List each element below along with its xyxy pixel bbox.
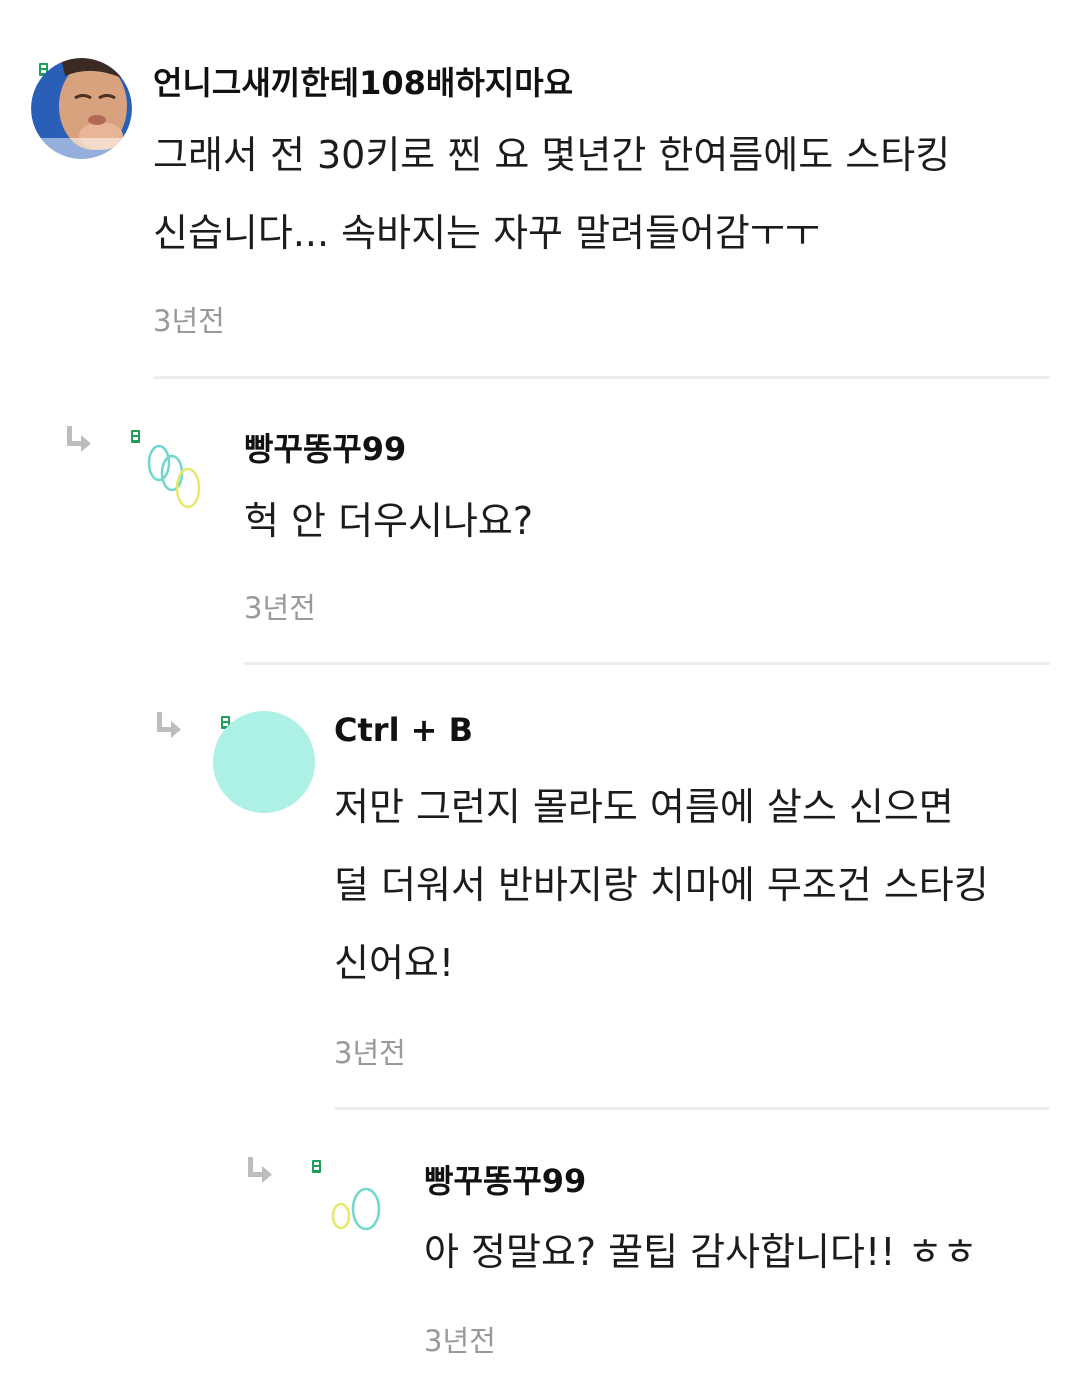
- comment-author[interactable]: Ctrl + B: [334, 711, 473, 749]
- level-badge-icon: [131, 430, 140, 443]
- comment-author[interactable]: 언니그새끼한테108배하지마요: [153, 58, 573, 104]
- comment-timestamp: 3년전: [424, 1324, 496, 1358]
- comment-text-line: 신습니다... 속바지는 자꾸 말려들어감ㅜㅜ: [153, 211, 820, 255]
- comment-text-line: 헉 안 더우시나요?: [244, 499, 534, 543]
- avatar[interactable]: [142, 435, 212, 515]
- comment-timestamp: 3년전: [244, 591, 316, 625]
- reply-arrow-icon: [67, 426, 91, 452]
- reply-arrow-icon: [248, 1157, 272, 1183]
- comment-timestamp: 3년전: [334, 1036, 406, 1070]
- comment-divider: [334, 1107, 1050, 1110]
- level-badge-icon: [312, 1160, 321, 1173]
- small-rings-avatar-icon: [331, 1187, 381, 1231]
- comment-author[interactable]: 빵꾸똥꾸99: [424, 1156, 586, 1202]
- comment-text-line: 아 정말요? 꿀팁 감사합니다!! ㅎㅎ: [424, 1230, 978, 1274]
- comment-text-line: 그래서 전 30키로 찐 요 몇년간 한여름에도 스타킹: [153, 133, 951, 177]
- comment-divider: [153, 376, 1050, 379]
- reply-arrow-icon: [157, 712, 181, 738]
- avatar[interactable]: [213, 711, 315, 813]
- comment-text: 헉 안 더우시나요?: [244, 482, 533, 560]
- user-photo-avatar-icon: [31, 58, 132, 159]
- avatar[interactable]: [31, 58, 132, 159]
- comment-author[interactable]: 빵꾸똥꾸99: [244, 424, 406, 470]
- comment-text-line: 신어요!: [334, 941, 455, 985]
- avatar[interactable]: [322, 1170, 392, 1240]
- comment-text: 아 정말요? 꿀팁 감사합니다!! ㅎㅎ: [424, 1213, 977, 1291]
- comment-divider: [244, 662, 1050, 665]
- comment-text-line: 저만 그런지 몰라도 여름에 살스 신으면: [334, 785, 954, 829]
- comment-text-line: 덜 더워서 반바지랑 치마에 무조건 스타킹: [334, 863, 989, 907]
- rings-avatar-icon: [147, 444, 201, 509]
- comment-text: 그래서 전 30키로 찐 요 몇년간 한여름에도 스타킹 신습니다... 속바지…: [153, 116, 950, 272]
- comment-timestamp: 3년전: [153, 304, 225, 338]
- comment-text: 저만 그런지 몰라도 여름에 살스 신으면 덜 더워서 반바지랑 치마에 무조건…: [334, 768, 989, 1002]
